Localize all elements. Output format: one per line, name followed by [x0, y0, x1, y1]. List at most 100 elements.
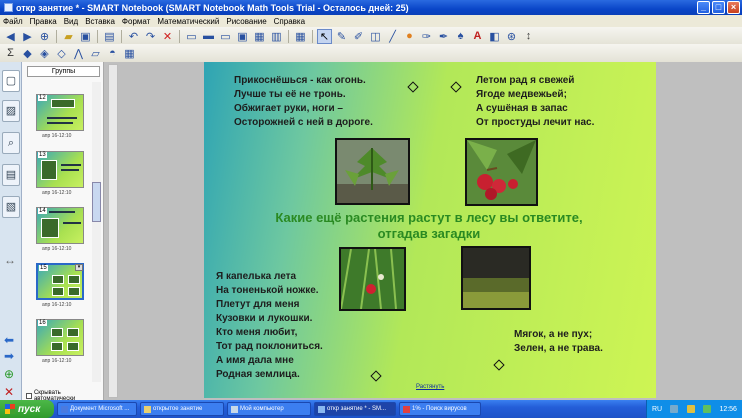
forward-arrow-icon[interactable]: ▶: [20, 29, 35, 44]
riddle-line: Кто меня любит,: [216, 327, 298, 338]
pen-icon[interactable]: ✎: [334, 29, 349, 44]
shape-tool-icon[interactable]: ◆: [20, 46, 35, 61]
line-icon[interactable]: ╱: [385, 29, 400, 44]
menu-draw[interactable]: Рисование: [226, 17, 266, 26]
table-icon[interactable]: ▦: [293, 29, 308, 44]
insert-icon[interactable]: ▥: [269, 29, 284, 44]
sum-icon[interactable]: Σ: [3, 46, 18, 61]
addons-tab-icon[interactable]: ▧: [2, 196, 20, 218]
fill-icon[interactable]: ♠: [453, 29, 468, 44]
page-thumbnail[interactable]: 12: [36, 94, 84, 131]
taskbar-item[interactable]: 1% - Поиск вирусов: [399, 402, 481, 416]
taskbar-item-active[interactable]: откр занятие * - SM...: [314, 402, 396, 416]
moss-photo[interactable]: [461, 246, 531, 310]
properties-tab-icon[interactable]: ▤: [2, 164, 20, 186]
workspace-scrollbar[interactable]: [108, 64, 118, 398]
headline-line-2: отгадав загадки: [377, 226, 481, 241]
menu-math[interactable]: Математический: [157, 17, 219, 26]
autohide-checkbox[interactable]: [26, 393, 32, 399]
strawberry-photo[interactable]: [339, 247, 406, 311]
tray-icon[interactable]: [670, 405, 679, 413]
geometry-icon[interactable]: ◇: [54, 46, 69, 61]
properties-icon[interactable]: ◧: [487, 29, 502, 44]
thumbnail-caption: апр 16-12:10: [42, 302, 72, 308]
previous-page-icon[interactable]: ⬅: [4, 334, 18, 346]
screen-capture-icon[interactable]: ▣: [235, 29, 250, 44]
move-toolbar-icon[interactable]: ↕: [521, 29, 536, 44]
riddle-line: А имя дала мне: [216, 355, 294, 366]
page-thumbnail[interactable]: 15 ▾: [36, 263, 84, 300]
collapse-arrows-icon[interactable]: ↔: [4, 254, 18, 266]
nettle-photo[interactable]: [335, 138, 410, 205]
close-button[interactable]: ×: [727, 1, 740, 14]
menu-file[interactable]: Файл: [3, 17, 23, 26]
dual-page-icon[interactable]: ▭: [218, 29, 233, 44]
notebook-page[interactable]: Прикоснёшься - как огонь. Лучше ты её не…: [204, 62, 656, 398]
menu-view[interactable]: Вид: [64, 17, 78, 26]
stretch-link[interactable]: Растянуть: [416, 384, 444, 390]
start-label: пуск: [18, 403, 41, 415]
tray-icon[interactable]: [703, 405, 712, 413]
taskbar-item[interactable]: Документ Microsoft ...: [57, 402, 137, 416]
raspberry-photo[interactable]: [465, 138, 538, 206]
answer-diamond-marker[interactable]: [407, 81, 419, 93]
taskbar-item[interactable]: открытое занятие: [140, 402, 224, 416]
answer-diamond-marker[interactable]: [493, 359, 505, 371]
shapes-icon[interactable]: ●: [402, 29, 417, 44]
maximize-button[interactable]: □: [712, 1, 725, 14]
sorter-scrollbar[interactable]: [92, 82, 101, 382]
menu-help[interactable]: Справка: [274, 17, 305, 26]
save-icon[interactable]: ▣: [78, 29, 93, 44]
attachments-tab-icon[interactable]: ⌕: [2, 132, 20, 154]
menu-edit[interactable]: Правка: [30, 17, 57, 26]
delete-page-side-icon[interactable]: ✕: [4, 386, 18, 398]
compass-icon[interactable]: ⋀: [71, 46, 86, 61]
riddle-nettle[interactable]: Прикоснёшься - как огонь. Лучше ты её не…: [234, 74, 373, 130]
answer-diamond-marker[interactable]: [450, 81, 462, 93]
riddle-raspberry[interactable]: Летом рад я свежей Ягоде медвежьей; А су…: [476, 74, 594, 130]
open-folder-icon[interactable]: ▰: [61, 29, 76, 44]
next-page-icon[interactable]: ➡: [4, 350, 18, 362]
add-page-icon[interactable]: ⊕: [37, 29, 52, 44]
shape-recognition-pen-icon[interactable]: ✒: [436, 29, 451, 44]
gallery-tab-icon[interactable]: ▨: [2, 100, 20, 122]
riddle-strawberry[interactable]: Я капелька лета На тоненькой ножке. Плет…: [216, 270, 323, 382]
paste-icon[interactable]: ▤: [102, 29, 117, 44]
delete-icon[interactable]: ✕: [160, 29, 175, 44]
eraser-icon[interactable]: ◫: [368, 29, 383, 44]
tray-icon[interactable]: [686, 405, 695, 413]
text-icon[interactable]: A: [470, 29, 485, 44]
groups-button[interactable]: Группы: [27, 66, 100, 77]
page-thumbnail[interactable]: 14: [36, 207, 84, 244]
thumbnail-picture: [51, 99, 75, 108]
add-page-side-icon[interactable]: ⊕: [4, 368, 18, 380]
graph-tool-icon[interactable]: ◈: [37, 46, 52, 61]
language-indicator[interactable]: RU: [652, 406, 662, 413]
protractor-icon[interactable]: ◓: [105, 46, 120, 61]
menu-format[interactable]: Формат: [122, 17, 150, 26]
start-button[interactable]: пуск: [0, 400, 54, 418]
back-arrow-icon[interactable]: ◀: [3, 29, 18, 44]
thumbnail-menu-chevron-icon[interactable]: ▾: [75, 264, 83, 271]
undo-icon[interactable]: ↶: [126, 29, 141, 44]
page-thumbnail[interactable]: 16: [36, 319, 84, 356]
page-thumbnail[interactable]: 13: [36, 151, 84, 188]
document-camera-icon[interactable]: ▦: [252, 29, 267, 44]
ruler-icon[interactable]: ▱: [88, 46, 103, 61]
full-screen-icon[interactable]: ▬: [201, 29, 216, 44]
magic-pen-icon[interactable]: ✑: [419, 29, 434, 44]
page-headline[interactable]: Какие ещё растения растут в лесу вы отве…: [239, 210, 619, 242]
screen-shade-icon[interactable]: ▭: [184, 29, 199, 44]
menu-insert[interactable]: Вставка: [85, 17, 115, 26]
taskbar-item[interactable]: Мой компьютер: [227, 402, 311, 416]
grid-icon[interactable]: ▦: [122, 46, 137, 61]
handwriting-icon[interactable]: ⊛: [504, 29, 519, 44]
select-pointer-icon[interactable]: ↖: [317, 28, 332, 44]
riddle-moss[interactable]: Мягок, а не пух; Зелен, а не трава.: [514, 328, 603, 356]
sorter-scroll-thumb[interactable]: [92, 182, 101, 222]
answer-diamond-marker[interactable]: [370, 370, 382, 382]
redo-icon[interactable]: ↷: [143, 29, 158, 44]
minimize-button[interactable]: _: [697, 1, 710, 14]
creative-pen-icon[interactable]: ✐: [351, 29, 366, 44]
page-sorter-tab-icon[interactable]: ▢: [2, 70, 20, 92]
